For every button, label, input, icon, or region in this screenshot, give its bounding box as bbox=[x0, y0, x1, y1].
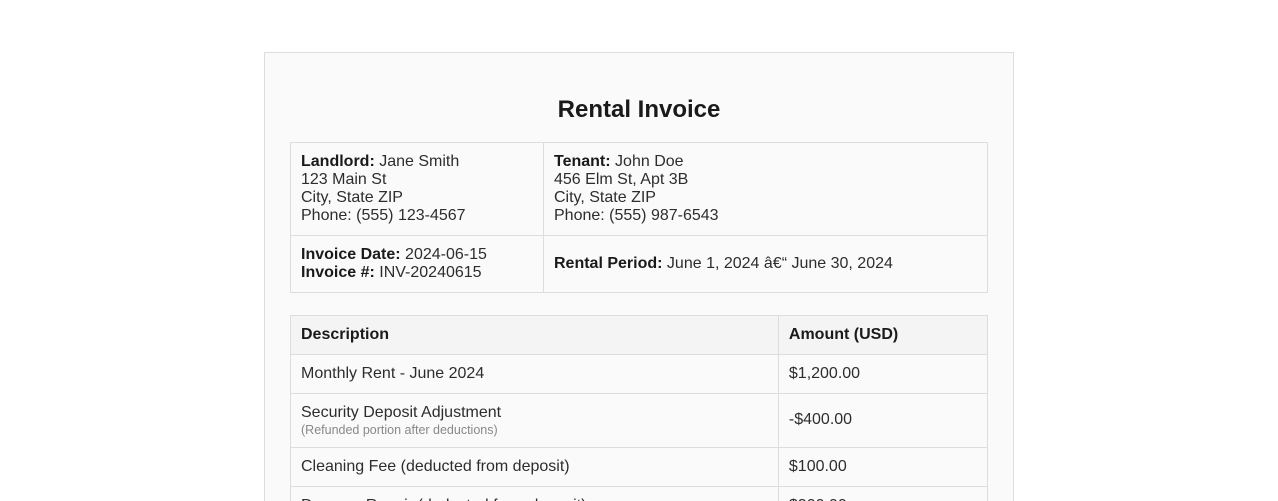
table-row: Monthly Rent - June 2024 $1,200.00 bbox=[290, 353, 989, 394]
table-row: Security Deposit Adjustment (Refunded po… bbox=[290, 392, 989, 448]
invoice-number-value: INV-20240615 bbox=[379, 263, 482, 281]
table-row: Damage Repair (deducted from deposit) $3… bbox=[290, 485, 989, 501]
landlord-name: Jane Smith bbox=[379, 152, 460, 170]
invoice-date-line: Invoice Date: 2024-06-15 bbox=[301, 246, 533, 264]
item-amount: $100.00 bbox=[777, 446, 989, 487]
tenant-address-line2: City, State ZIP bbox=[554, 188, 656, 206]
table-row: Cleaning Fee (deducted from deposit) $10… bbox=[290, 446, 989, 487]
tenant-cell: Tenant: John Doe 456 Elm St, Apt 3B City… bbox=[543, 141, 988, 236]
landlord-address-line1: 123 Main St bbox=[301, 170, 387, 188]
rental-period-cell: Rental Period: June 1, 2024 â€“ June 30,… bbox=[543, 234, 988, 293]
parties-info-table: Landlord: Jane Smith 123 Main St City, S… bbox=[290, 141, 988, 293]
item-amount: $1,200.00 bbox=[777, 353, 989, 394]
invoice-meta-cell: Invoice Date: 2024-06-15 Invoice #: INV-… bbox=[290, 234, 544, 293]
invoice-card: Rental Invoice Landlord: Jane Smith 123 … bbox=[264, 52, 1014, 501]
landlord-label: Landlord: bbox=[301, 152, 375, 170]
page-background: { "title": "Rental Invoice", "parties": … bbox=[0, 52, 1278, 501]
item-description: Damage Repair (deducted from deposit) bbox=[290, 485, 779, 501]
landlord-address-line2: City, State ZIP bbox=[301, 188, 403, 206]
item-note: (Refunded portion after deductions) bbox=[301, 422, 498, 437]
landlord-phone: Phone: (555) 123-4567 bbox=[301, 206, 466, 224]
line-items-table: Description Amount (USD) Monthly Rent - … bbox=[290, 314, 989, 501]
tenant-address-line1: 456 Elm St, Apt 3B bbox=[554, 170, 689, 188]
description-column-header: Description bbox=[290, 314, 779, 355]
tenant-phone: Phone: (555) 987-6543 bbox=[554, 206, 719, 224]
invoice-date-value: 2024-06-15 bbox=[405, 245, 487, 263]
rental-period-label: Rental Period: bbox=[554, 254, 663, 272]
invoice-title: Rental Invoice bbox=[557, 96, 721, 123]
item-description: Security Deposit Adjustment bbox=[301, 403, 502, 421]
landlord-cell: Landlord: Jane Smith 123 Main St City, S… bbox=[290, 141, 544, 236]
tenant-name-line: Tenant: John Doe bbox=[554, 153, 977, 171]
item-description: Cleaning Fee (deducted from deposit) bbox=[290, 446, 779, 487]
item-amount: $300.00 bbox=[777, 485, 989, 501]
item-description: Monthly Rent - June 2024 bbox=[290, 353, 779, 394]
invoice-number-label: Invoice #: bbox=[301, 263, 375, 281]
items-header-row: Description Amount (USD) bbox=[290, 314, 989, 355]
invoice-date-label: Invoice Date: bbox=[301, 245, 401, 263]
amount-column-header: Amount (USD) bbox=[777, 314, 989, 355]
landlord-name-line: Landlord: Jane Smith bbox=[301, 153, 533, 171]
tenant-label: Tenant: bbox=[554, 152, 611, 170]
invoice-number-line: Invoice #: INV-20240615 bbox=[301, 264, 533, 282]
parties-row: Landlord: Jane Smith 123 Main St City, S… bbox=[290, 141, 988, 236]
item-amount: -$400.00 bbox=[777, 392, 989, 448]
tenant-name: John Doe bbox=[615, 152, 684, 170]
rental-period-value: June 1, 2024 â€“ June 30, 2024 bbox=[666, 254, 893, 272]
item-description-cell: Security Deposit Adjustment (Refunded po… bbox=[290, 392, 779, 448]
invoice-meta-row: Invoice Date: 2024-06-15 Invoice #: INV-… bbox=[290, 234, 988, 293]
